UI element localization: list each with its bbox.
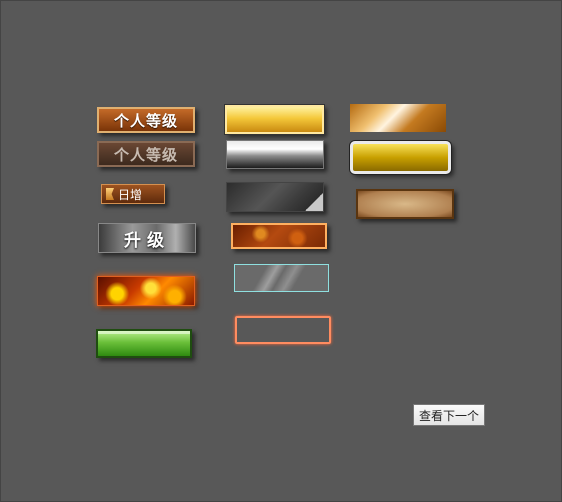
personal-level-label: 个人等级: [113, 145, 178, 164]
view-next-button[interactable]: 查看下一个: [413, 404, 485, 426]
button-style-gallery: 个人等级 个人等级 日增 升级 查看下一个: [0, 0, 562, 502]
parchment-button[interactable]: [356, 189, 454, 219]
green-glossy-button[interactable]: [96, 329, 192, 358]
glass-style-button[interactable]: [234, 264, 329, 292]
upgrade-label: 升级: [124, 230, 170, 251]
gold-rounded-button[interactable]: [350, 141, 451, 174]
orange-outline-button[interactable]: [235, 316, 331, 344]
personal-level-label: 个人等级: [113, 111, 178, 130]
page-curl-corner: [305, 193, 323, 211]
daily-increase-label: 日增: [118, 187, 143, 202]
gold-button[interactable]: [224, 104, 325, 135]
upgrade-button[interactable]: 升级: [98, 223, 196, 253]
rust-style-button[interactable]: [231, 223, 327, 249]
personal-level-button-dim[interactable]: 个人等级: [97, 141, 195, 167]
smoke-style-button[interactable]: [226, 182, 324, 212]
fire-style-button[interactable]: [97, 276, 195, 306]
light-wood-button[interactable]: [350, 104, 446, 132]
silver-chrome-button[interactable]: [226, 140, 324, 169]
daily-increase-button[interactable]: 日增: [101, 184, 165, 204]
personal-level-button-active[interactable]: 个人等级: [97, 107, 195, 133]
flag-icon: [106, 188, 114, 200]
